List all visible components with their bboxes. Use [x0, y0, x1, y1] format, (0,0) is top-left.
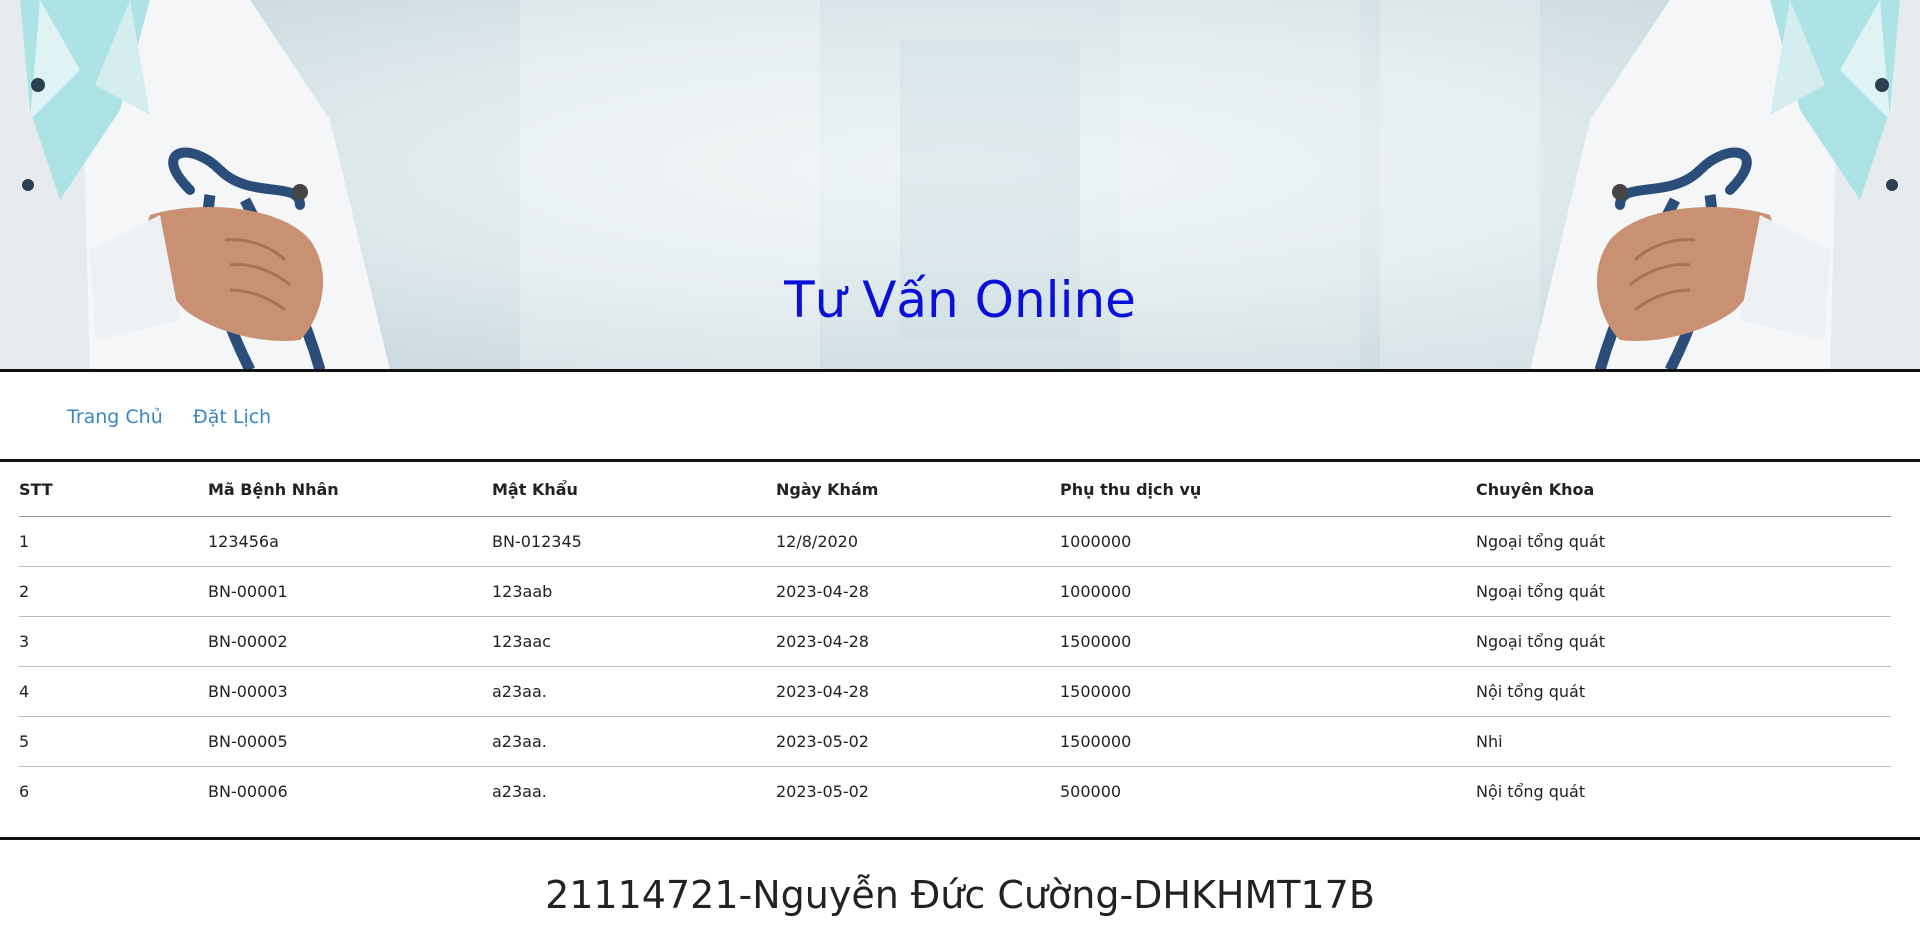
table-row: 2 BN-00001 123aab 2023-04-28 1000000 Ngo… — [19, 566, 1891, 617]
table-row: 1 123456a BN-012345 12/8/2020 1000000 Ng… — [19, 516, 1891, 567]
cell-specialty: Ngoại tổng quát — [1476, 566, 1891, 617]
cell-stt: 5 — [19, 716, 208, 767]
cell-visit-date: 2023-04-28 — [776, 566, 1060, 617]
cell-patient-id: BN-00001 — [208, 566, 492, 617]
main-nav: Trang Chủ Đặt Lịch — [0, 372, 1920, 460]
cell-visit-date: 2023-04-28 — [776, 666, 1060, 717]
cell-visit-date: 2023-05-02 — [776, 782, 869, 801]
cell-specialty: Nội tổng quát — [1476, 782, 1586, 801]
table-row: 4 BN-00003 a23aa. 2023-04-28 1500000 Nội… — [19, 666, 1891, 717]
cell-specialty: Nhi — [1476, 716, 1891, 767]
cell-patient-id: BN-00005 — [208, 716, 492, 767]
cell-patient-id: BN-00002 — [208, 616, 492, 667]
cell-stt: 2 — [19, 566, 208, 617]
column-header-stt: STT — [19, 462, 208, 517]
page-title: Tư Vấn Online — [784, 271, 1136, 329]
divider — [0, 837, 1920, 840]
table-row: 3 BN-00002 123aac 2023-04-28 1500000 Ngo… — [19, 616, 1891, 667]
column-header-password: Mật Khẩu — [492, 462, 776, 517]
header-banner: Tư Vấn Online — [0, 0, 1920, 370]
cell-password: 123aac — [492, 616, 776, 667]
column-header-specialty: Chuyên Khoa — [1476, 462, 1891, 517]
cell-service-fee: 500000 — [1060, 782, 1122, 801]
column-header-patient-id: Mã Bệnh Nhân — [208, 462, 492, 517]
nav-link-booking[interactable]: Đặt Lịch — [193, 406, 271, 428]
cell-specialty: Ngoại tổng quát — [1476, 616, 1891, 667]
table-row: 6 BN-00006 a23aa. 2023-05-02 500000 Nội … — [19, 767, 1891, 817]
cell-specialty: Ngoại tổng quát — [1476, 516, 1891, 567]
column-header-visit-date: Ngày Khám — [776, 462, 1060, 517]
cell-stt: 6 — [19, 782, 30, 801]
cell-visit-date: 2023-05-02 — [776, 716, 1060, 767]
nav-link-home[interactable]: Trang Chủ — [67, 406, 163, 428]
appointments-table: STT Mã Bệnh Nhân Mật Khẩu Ngày Khám Phụ … — [19, 462, 1891, 816]
cell-specialty: Nội tổng quát — [1476, 666, 1891, 717]
cell-service-fee: 1000000 — [1060, 566, 1476, 617]
cell-stt: 3 — [19, 616, 208, 667]
cell-patient-id: 123456a — [208, 516, 492, 567]
cell-patient-id: BN-00003 — [208, 666, 492, 717]
cell-visit-date: 2023-04-28 — [776, 616, 1060, 667]
cell-service-fee: 1000000 — [1060, 516, 1476, 567]
cell-stt: 4 — [19, 666, 208, 717]
cell-service-fee: 1500000 — [1060, 616, 1476, 667]
cell-password: a23aa. — [492, 716, 776, 767]
footer-credit: 21114721-Nguyễn Đức Cường-DHKHMT17B — [545, 873, 1375, 917]
cell-password: BN-012345 — [492, 516, 776, 567]
cell-patient-id: BN-00006 — [208, 782, 288, 801]
cell-service-fee: 1500000 — [1060, 716, 1476, 767]
table-row: 5 BN-00005 a23aa. 2023-05-02 1500000 Nhi — [19, 716, 1891, 767]
cell-password: 123aab — [492, 566, 776, 617]
column-header-service-fee: Phụ thu dịch vụ — [1060, 462, 1476, 517]
cell-stt: 1 — [19, 516, 208, 567]
table-header-row: STT Mã Bệnh Nhân Mật Khẩu Ngày Khám Phụ … — [19, 462, 1891, 517]
cell-visit-date: 12/8/2020 — [776, 516, 1060, 567]
cell-password: a23aa. — [492, 666, 776, 717]
appointments-table-container: STT Mã Bệnh Nhân Mật Khẩu Ngày Khám Phụ … — [19, 462, 1891, 816]
cell-service-fee: 1500000 — [1060, 666, 1476, 717]
cell-password: a23aa. — [492, 782, 547, 801]
